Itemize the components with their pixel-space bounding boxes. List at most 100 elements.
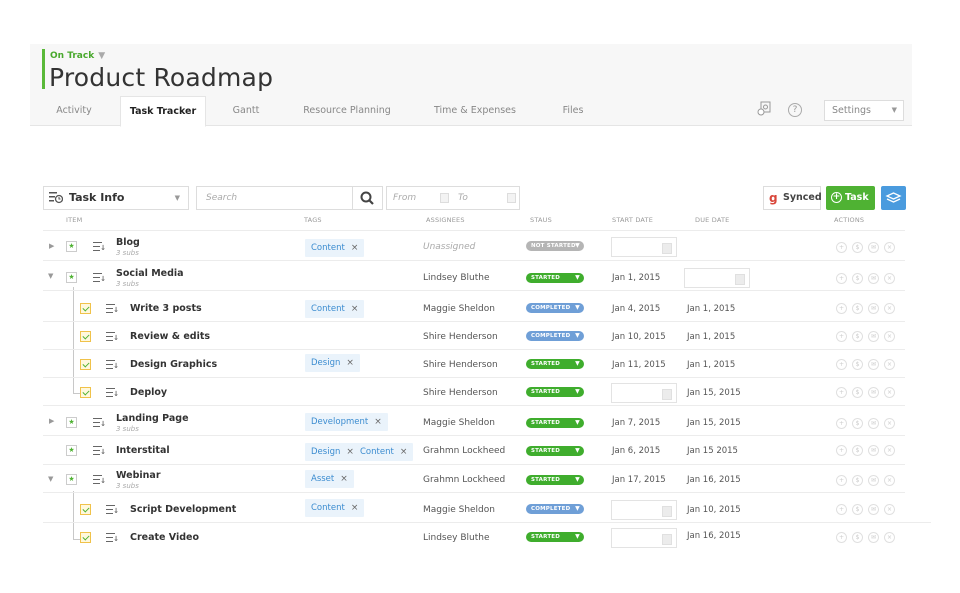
due-date[interactable]: Jan 16, 2015 bbox=[687, 531, 741, 541]
due-date[interactable]: Jan 15 2015 bbox=[687, 446, 738, 456]
add-icon[interactable]: + bbox=[836, 359, 847, 370]
calendar-icon[interactable] bbox=[440, 193, 449, 203]
delete-icon[interactable]: × bbox=[884, 418, 895, 429]
delete-icon[interactable]: × bbox=[884, 445, 895, 456]
start-date[interactable]: Jan 10, 2015 bbox=[612, 332, 666, 342]
due-date[interactable]: Jan 16, 2015 bbox=[687, 475, 741, 485]
to-date-input[interactable]: To bbox=[458, 187, 468, 209]
start-date-input[interactable] bbox=[611, 383, 677, 403]
start-date[interactable]: Jan 7, 2015 bbox=[612, 418, 660, 428]
subtasks-icon[interactable]: ↓ bbox=[93, 272, 106, 283]
time-icon[interactable]: $ bbox=[852, 387, 863, 398]
comment-icon[interactable]: ✉ bbox=[868, 418, 879, 429]
task-checkbox[interactable]: ★ bbox=[66, 417, 77, 428]
assignee[interactable]: Grahmn Lockheed bbox=[423, 475, 505, 485]
add-icon[interactable]: + bbox=[836, 331, 847, 342]
remove-tag-icon[interactable]: × bbox=[340, 474, 348, 484]
delete-icon[interactable]: × bbox=[884, 504, 895, 515]
due-date[interactable]: Jan 15, 2015 bbox=[687, 388, 741, 398]
status-badge[interactable]: STARTED ▼ bbox=[526, 359, 584, 369]
delete-icon[interactable]: × bbox=[884, 359, 895, 370]
tab-time-expenses[interactable]: Time & Expenses bbox=[425, 96, 525, 127]
comment-icon[interactable]: ✉ bbox=[868, 273, 879, 284]
task-checkbox[interactable] bbox=[80, 387, 91, 398]
add-icon[interactable]: + bbox=[836, 418, 847, 429]
start-date[interactable]: Jan 1, 2015 bbox=[612, 273, 660, 283]
task-name[interactable]: Create Video bbox=[130, 532, 199, 543]
sync-button[interactable]: g Synced bbox=[763, 186, 822, 210]
assignee[interactable]: Grahmn Lockheed bbox=[423, 446, 505, 456]
comment-icon[interactable]: ✉ bbox=[868, 359, 879, 370]
task-checkbox[interactable] bbox=[80, 504, 91, 515]
tab-files[interactable]: Files bbox=[555, 96, 591, 127]
task-checkbox[interactable] bbox=[80, 532, 91, 543]
time-icon[interactable]: $ bbox=[852, 475, 863, 486]
task-checkbox[interactable] bbox=[80, 359, 91, 370]
subtasks-icon[interactable]: ↓ bbox=[93, 241, 106, 252]
add-icon[interactable]: + bbox=[836, 532, 847, 543]
comment-icon[interactable]: ✉ bbox=[868, 445, 879, 456]
tag-chip[interactable]: Asset × bbox=[305, 470, 354, 488]
task-checkbox[interactable]: ★ bbox=[66, 474, 77, 485]
table-row[interactable]: ▶ ★ ↓ Blog 3 subs Content × Unassigned NO… bbox=[43, 233, 905, 261]
search-button[interactable] bbox=[353, 186, 383, 210]
tab-activity[interactable]: Activity bbox=[42, 96, 106, 127]
comment-icon[interactable]: ✉ bbox=[868, 303, 879, 314]
delete-icon[interactable]: × bbox=[884, 331, 895, 342]
table-row[interactable]: ↓ Design Graphics Design × Shire Henderso… bbox=[43, 350, 905, 378]
table-row[interactable]: ↓ Review & edits Shire Henderson COMPLET… bbox=[43, 322, 905, 350]
time-icon[interactable]: $ bbox=[852, 418, 863, 429]
time-icon[interactable]: $ bbox=[852, 359, 863, 370]
subtasks-icon[interactable]: ↓ bbox=[106, 331, 119, 342]
tab-resource-planning[interactable]: Resource Planning bbox=[292, 96, 402, 127]
task-name[interactable]: Interstital bbox=[116, 445, 170, 456]
time-icon[interactable]: $ bbox=[852, 504, 863, 515]
remove-tag-icon[interactable]: × bbox=[351, 503, 359, 513]
task-name[interactable]: Write 3 posts bbox=[130, 303, 202, 314]
assignee[interactable]: Shire Henderson bbox=[423, 360, 498, 370]
assignee[interactable]: Lindsey Bluthe bbox=[423, 533, 490, 543]
start-date[interactable]: Jan 11, 2015 bbox=[612, 360, 666, 370]
tag-chip[interactable]: Development × bbox=[305, 413, 388, 431]
remove-tag-icon[interactable]: × bbox=[351, 243, 359, 253]
status-badge[interactable]: STARTED ▼ bbox=[526, 446, 584, 456]
task-name[interactable]: Review & edits bbox=[130, 331, 210, 342]
remove-tag-icon[interactable]: × bbox=[351, 304, 359, 314]
tag-chip[interactable]: Content × bbox=[305, 300, 365, 318]
time-icon[interactable]: $ bbox=[852, 242, 863, 253]
subtasks-icon[interactable]: ↓ bbox=[93, 417, 106, 428]
search-input[interactable]: Search bbox=[196, 186, 353, 210]
task-name[interactable]: Social Media bbox=[116, 268, 184, 279]
tag-chip[interactable]: Design × bbox=[305, 354, 360, 372]
task-name[interactable]: Landing Page bbox=[116, 413, 189, 424]
status-badge[interactable]: STARTED ▼ bbox=[526, 387, 584, 397]
time-icon[interactable]: $ bbox=[852, 445, 863, 456]
start-date[interactable]: Jan 6, 2015 bbox=[612, 446, 660, 456]
start-date-input[interactable] bbox=[611, 528, 677, 548]
collapse-arrow-icon[interactable]: ▼ bbox=[48, 475, 53, 483]
subtasks-icon[interactable]: ↓ bbox=[106, 359, 119, 370]
table-row[interactable]: ↓ Script Development Content × Maggie She… bbox=[43, 495, 931, 523]
task-checkbox[interactable] bbox=[80, 303, 91, 314]
due-date[interactable]: Jan 1, 2015 bbox=[687, 332, 735, 342]
delete-icon[interactable]: × bbox=[884, 532, 895, 543]
task-checkbox[interactable]: ★ bbox=[66, 445, 77, 456]
task-name[interactable]: Webinar bbox=[116, 470, 161, 481]
due-date[interactable]: Jan 15, 2015 bbox=[687, 418, 741, 428]
add-icon[interactable]: + bbox=[836, 445, 847, 456]
start-date-input[interactable] bbox=[611, 237, 677, 257]
assignee[interactable]: Unassigned bbox=[423, 242, 475, 252]
add-icon[interactable]: + bbox=[836, 303, 847, 314]
status-badge[interactable]: COMPLETED ▼ bbox=[526, 504, 584, 514]
expand-arrow-icon[interactable]: ▶ bbox=[49, 242, 54, 250]
subtasks-icon[interactable]: ↓ bbox=[106, 532, 119, 543]
due-date-input[interactable] bbox=[684, 268, 750, 288]
start-date[interactable]: Jan 17, 2015 bbox=[612, 475, 666, 485]
from-date-input[interactable]: From bbox=[393, 187, 416, 209]
task-checkbox[interactable]: ★ bbox=[66, 241, 77, 252]
remove-tag-icon[interactable]: × bbox=[346, 447, 354, 457]
remove-tag-icon[interactable]: × bbox=[400, 447, 408, 457]
add-task-button[interactable]: + Task bbox=[826, 186, 875, 210]
delete-icon[interactable]: × bbox=[884, 273, 895, 284]
task-name[interactable]: Deploy bbox=[130, 387, 167, 398]
